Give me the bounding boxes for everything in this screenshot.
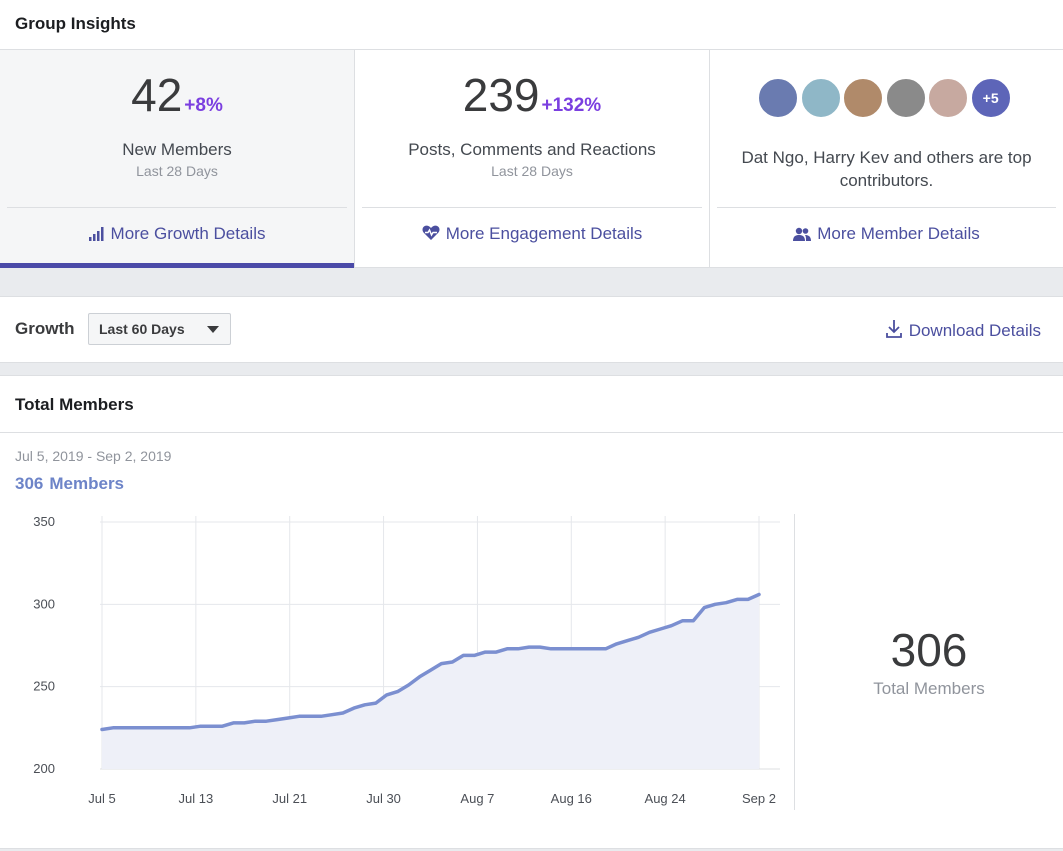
divider xyxy=(362,207,702,208)
more-member-details-link[interactable]: More Member Details xyxy=(710,224,1063,244)
avatar[interactable] xyxy=(842,77,885,119)
total-members-chart: 350 300 250 200 Jul 5 Jul 13 Jul 21 Jul 30 Aug 7… xyxy=(33,514,780,806)
divider xyxy=(0,432,1063,433)
heart-pulse-icon xyxy=(422,225,440,240)
top-contributors-text: Dat Ngo, Harry Kev and others are top co… xyxy=(741,148,1032,190)
x-tick-label: Jul 21 xyxy=(272,791,307,806)
new-members-change: +8% xyxy=(184,95,223,116)
more-member-details-label: More Member Details xyxy=(817,224,980,243)
x-tick-label: Jul 30 xyxy=(366,791,401,806)
stats-row: 42 +8% New Members Last 28 Days More Grow… xyxy=(0,50,1063,268)
engagement-change: +132% xyxy=(541,95,602,116)
period-dropdown-value: Last 60 Days xyxy=(99,321,185,337)
contributor-avatars: +5 xyxy=(710,77,1063,119)
engagement-period: Last 28 Days xyxy=(491,163,573,179)
more-growth-details-label: More Growth Details xyxy=(110,224,266,243)
download-icon xyxy=(885,320,902,338)
y-tick-label: 350 xyxy=(33,514,55,529)
new-members-card: 42 +8% New Members Last 28 Days More Grow… xyxy=(0,50,355,268)
growth-title: Growth xyxy=(15,319,75,338)
x-tick-label: Jul 13 xyxy=(179,791,214,806)
total-members-value: 306 xyxy=(890,624,968,676)
engagement-card: 239 +132% Posts, Comments and Reactions L… xyxy=(355,50,710,268)
download-details-link[interactable]: Download Details xyxy=(885,319,1041,341)
avatar[interactable] xyxy=(757,77,800,119)
more-growth-details-link[interactable]: More Growth Details xyxy=(0,224,354,244)
members-count-label: Members xyxy=(49,474,125,493)
download-details-label: Download Details xyxy=(908,321,1041,340)
people-icon xyxy=(793,227,812,241)
active-tab-indicator xyxy=(0,263,354,268)
insights-header: Group Insights xyxy=(0,0,1063,50)
x-tick-label: Aug 16 xyxy=(551,791,592,806)
x-tick-label: Aug 24 xyxy=(645,791,686,806)
more-engagement-details-link[interactable]: More Engagement Details xyxy=(355,224,709,244)
avatar[interactable] xyxy=(927,77,970,119)
more-contributors-badge[interactable]: +5 xyxy=(969,77,1012,119)
contributors-card: +5 Dat Ngo, Harry Kev and others are top… xyxy=(710,50,1063,268)
members-count: 306 Members xyxy=(15,474,130,494)
new-members-period: Last 28 Days xyxy=(136,163,218,179)
period-dropdown[interactable]: Last 60 Days xyxy=(88,313,231,345)
caret-down-icon xyxy=(207,326,219,333)
x-tick-label: Jul 5 xyxy=(88,791,115,806)
new-members-label: New Members xyxy=(122,140,232,159)
y-tick-label: 300 xyxy=(33,596,55,611)
members-count-value: 306 xyxy=(15,474,44,493)
engagement-value: 239 xyxy=(462,69,540,121)
y-tick-label: 200 xyxy=(33,761,55,776)
bar-chart-icon xyxy=(88,227,104,241)
engagement-label: Posts, Comments and Reactions xyxy=(408,140,656,159)
divider xyxy=(7,207,347,208)
series-area xyxy=(102,594,759,769)
page-title: Group Insights xyxy=(15,14,136,33)
y-tick-label: 250 xyxy=(33,679,55,694)
divider xyxy=(717,207,1056,208)
more-engagement-details-label: More Engagement Details xyxy=(445,224,643,243)
new-members-value: 42 xyxy=(131,69,183,121)
x-tick-label: Sep 2 xyxy=(742,791,776,806)
total-members-card: Total Members Jul 5, 2019 - Sep 2, 2019 … xyxy=(0,375,1063,849)
date-range: Jul 5, 2019 - Sep 2, 2019 xyxy=(15,448,172,464)
avatar[interactable] xyxy=(884,77,927,119)
avatar[interactable] xyxy=(799,77,842,119)
total-members-title: Total Members xyxy=(15,395,134,414)
total-members-label: Total Members xyxy=(873,679,985,698)
x-tick-label: Aug 7 xyxy=(460,791,494,806)
growth-toolbar: Growth Last 60 Days Download Details xyxy=(0,296,1063,363)
